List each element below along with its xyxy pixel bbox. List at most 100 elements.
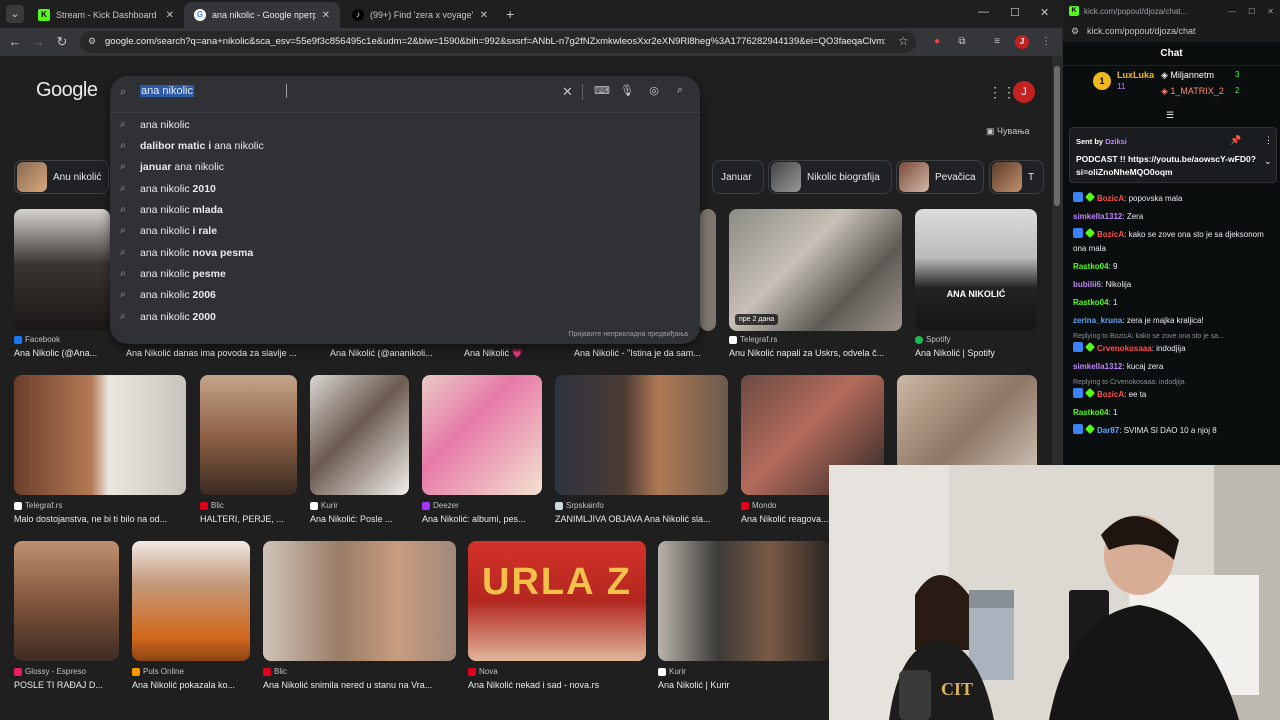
leader-second[interactable]: ◈ Miljannetm (1161, 70, 1214, 81)
result-image[interactable]: ANA NIKOLIĆ (915, 209, 1037, 331)
search-submit-icon[interactable]: ⌕ (673, 84, 687, 97)
chat-username[interactable]: BozicA (1097, 230, 1124, 239)
chat-username[interactable]: simkella1312 (1073, 362, 1122, 371)
image-caption[interactable]: Anu Nikolić napali za Uskrs, odvela č... (729, 348, 902, 358)
chat-message[interactable]: Rastko04: 1 (1063, 294, 1280, 312)
chat-username[interactable]: bubilii6 (1073, 280, 1101, 289)
address-bar[interactable]: ⚙ google.com/search?q=ana+nikolic&sca_es… (80, 31, 916, 53)
chat-message[interactable]: Rastko04: 9 (1063, 258, 1280, 276)
media-controls-icon[interactable]: ≡ (990, 35, 1004, 49)
google-apps-icon[interactable]: ⋮⋮ (988, 84, 1016, 101)
chat-message[interactable]: zerina_kruna: zera je majka kraljica! (1063, 312, 1280, 330)
chip-more[interactable]: T (989, 160, 1044, 194)
chat-username[interactable]: simkella1312 (1073, 212, 1122, 221)
image-caption[interactable]: Ana Nikolić - "Istina je da sam... (574, 348, 714, 358)
image-caption[interactable]: Ana Nikolić nekad i sad - nova.rs (468, 680, 646, 690)
minimize-icon[interactable]: — (1228, 7, 1236, 16)
saved-link[interactable]: ▣ Чувања (986, 126, 1030, 137)
pin-icon[interactable]: 📌 (1230, 135, 1241, 146)
image-result[interactable]: Puls Online Ana Nikolić pokazala ko... (132, 541, 250, 691)
site-info-icon[interactable]: ⚙ (88, 36, 100, 48)
chat-username[interactable]: Rastko04 (1073, 408, 1109, 417)
image-caption[interactable]: Ana Nikolić: albumi, pes... (422, 514, 542, 524)
leader-first-name[interactable]: LuxLuka (1117, 70, 1154, 80)
result-image[interactable] (132, 541, 250, 661)
minimize-icon[interactable]: — (978, 6, 989, 18)
image-result-edge[interactable] (700, 209, 716, 331)
maximize-icon[interactable]: ☐ (1248, 7, 1255, 16)
image-caption[interactable]: Ana Nikolić | Spotify (915, 348, 1037, 358)
image-caption[interactable]: Ana Nikolić (@ananikoli... (330, 348, 455, 358)
image-result[interactable]: Ana Nikolić 💗 (464, 344, 554, 360)
chat-username[interactable]: Rastko04 (1073, 298, 1109, 307)
reply-context[interactable]: Replying to Crvenokosaaa: indodjija (1063, 376, 1280, 386)
chat-message[interactable]: simkella1312: Zera (1063, 208, 1280, 226)
image-caption[interactable]: Ana Nikolić: Posle ... (310, 514, 409, 524)
google-logo[interactable]: Google (36, 79, 98, 102)
image-result[interactable]: Deezer Ana Nikolić: albumi, pes... (422, 375, 542, 525)
leader-third[interactable]: ◈ 1_MATRIX_2 (1161, 86, 1224, 97)
chat-message[interactable]: BozicA: kako se zove ona sto je sa djeks… (1063, 226, 1280, 258)
suggestion-item[interactable]: ⌕ januar ana nikolic (110, 157, 700, 178)
suggestion-item[interactable]: ⌕ ana nikolic nova pesma (110, 243, 700, 264)
result-image[interactable] (658, 541, 830, 661)
extension-record-icon[interactable]: ● (930, 35, 944, 49)
image-result[interactable]: пре 2 дана Telegraf.rs Anu Nikolić napal… (729, 209, 902, 359)
chat-username[interactable]: zerina_kruna (1073, 316, 1122, 325)
image-caption[interactable]: Ana Nikolić 💗 (464, 348, 554, 359)
back-icon[interactable]: ← (7, 34, 23, 49)
expand-leaderboard-icon[interactable]: ☰ (1166, 110, 1174, 121)
image-caption[interactable]: POSLE TI RAĐAJ D... (14, 680, 119, 690)
tab-google-search[interactable]: G ana nikolic - Google претрага ✕ (184, 2, 340, 28)
result-image[interactable]: пре 2 дана (729, 209, 902, 331)
report-predictions-link[interactable]: Пријавите неприкладна предвиђања (568, 331, 688, 338)
image-result[interactable]: Glossy - Espreso POSLE TI RAĐAJ D... (14, 541, 119, 691)
result-image[interactable] (700, 209, 716, 331)
close-window-icon[interactable]: ✕ (1267, 7, 1274, 16)
chat-message[interactable]: BozicA: ee ta (1063, 386, 1280, 404)
suggestion-item[interactable]: ⌕ ana nikolic i rale (110, 221, 700, 242)
image-result[interactable]: URLA Z Nova Ana Nikolić nekad i sad - no… (468, 541, 646, 691)
more-options-icon[interactable]: ⋮ (1264, 135, 1273, 146)
chat-message[interactable]: Rastko04: 1 (1063, 404, 1280, 422)
close-icon[interactable]: ✕ (322, 10, 330, 21)
image-caption[interactable]: Ana Nikolić snimila nered u stanu na Vra… (263, 680, 456, 690)
image-result[interactable]: Blic HALTERI, PERJE, ... (200, 375, 297, 525)
url-text[interactable]: google.com/search?q=ana+nikolic&sca_esv=… (105, 36, 885, 47)
suggestion-item[interactable]: ⌕ dalibor matic i ana nikolic (110, 136, 700, 157)
clear-icon[interactable]: ✕ (562, 84, 573, 100)
chip-anu-nikolic[interactable]: Anu nikolić (14, 160, 109, 194)
chevron-down-icon[interactable]: ⌄ (1264, 156, 1272, 167)
chat-username[interactable]: Crvenokosaaa (1097, 344, 1152, 353)
scroll-thumb[interactable] (1054, 66, 1060, 206)
tab-kick-dashboard[interactable]: K Stream - Kick Dashboard ✕ (28, 2, 184, 28)
image-result[interactable]: Blic Ana Nikolić snimila nered u stanu n… (263, 541, 456, 691)
chat-username[interactable]: BozicA (1097, 390, 1124, 399)
chat-message[interactable]: BozicA: popovska mala (1063, 190, 1280, 208)
image-result[interactable]: ANA NIKOLIĆ Spotify Ana Nikolić | Spotif… (915, 209, 1037, 359)
close-icon[interactable]: ✕ (166, 10, 174, 21)
image-result[interactable]: Facebook Ana Nikolic (@Ana... (14, 209, 110, 359)
chat-address-bar[interactable]: ⚙ kick.com/popout/djoza/chat (1063, 22, 1280, 42)
forward-icon[interactable]: → (30, 34, 46, 49)
result-image[interactable] (422, 375, 542, 495)
chat-url-text[interactable]: kick.com/popout/djoza/chat (1087, 26, 1196, 36)
image-result[interactable]: Ana Nikolić danas ima povoda za slavlje … (126, 344, 316, 360)
search-box[interactable]: ⌕ ana nikolic ✕ ⌨ 🎙 ◎ ⌕ ⌕ ana nikolic ⌕ dal… (110, 76, 700, 344)
chat-message[interactable]: Crvenokosaaa: indodjija (1063, 340, 1280, 358)
result-image[interactable] (14, 541, 119, 661)
microphone-icon[interactable]: 🎙 (620, 84, 634, 97)
chat-username[interactable]: Rastko04 (1073, 262, 1109, 271)
image-caption[interactable]: ZANIMLJIVA OBJAVA Ana Nikolić sla... (555, 514, 728, 524)
new-tab-button[interactable]: + (506, 6, 514, 22)
chat-message[interactable]: Dar87: SVIMA SI DAO 10 a njoj 8 (1063, 422, 1280, 440)
browser-menu-icon[interactable]: ⋮ (1039, 35, 1053, 49)
maximize-icon[interactable]: ☐ (1010, 6, 1020, 19)
pinned-body[interactable]: PODCAST !! https://youtu.be/aowscY-wFD0?… (1076, 153, 1256, 179)
chat-username[interactable]: Dar87 (1097, 426, 1119, 435)
browser-profile-avatar[interactable]: J (1015, 35, 1029, 49)
image-result[interactable]: Ana Nikolić (@ananikoli... (330, 344, 455, 360)
image-caption[interactable]: HALTERI, PERJE, ... (200, 514, 297, 524)
account-avatar[interactable]: J (1013, 81, 1035, 103)
bookmark-star-icon[interactable]: ☆ (898, 34, 909, 48)
